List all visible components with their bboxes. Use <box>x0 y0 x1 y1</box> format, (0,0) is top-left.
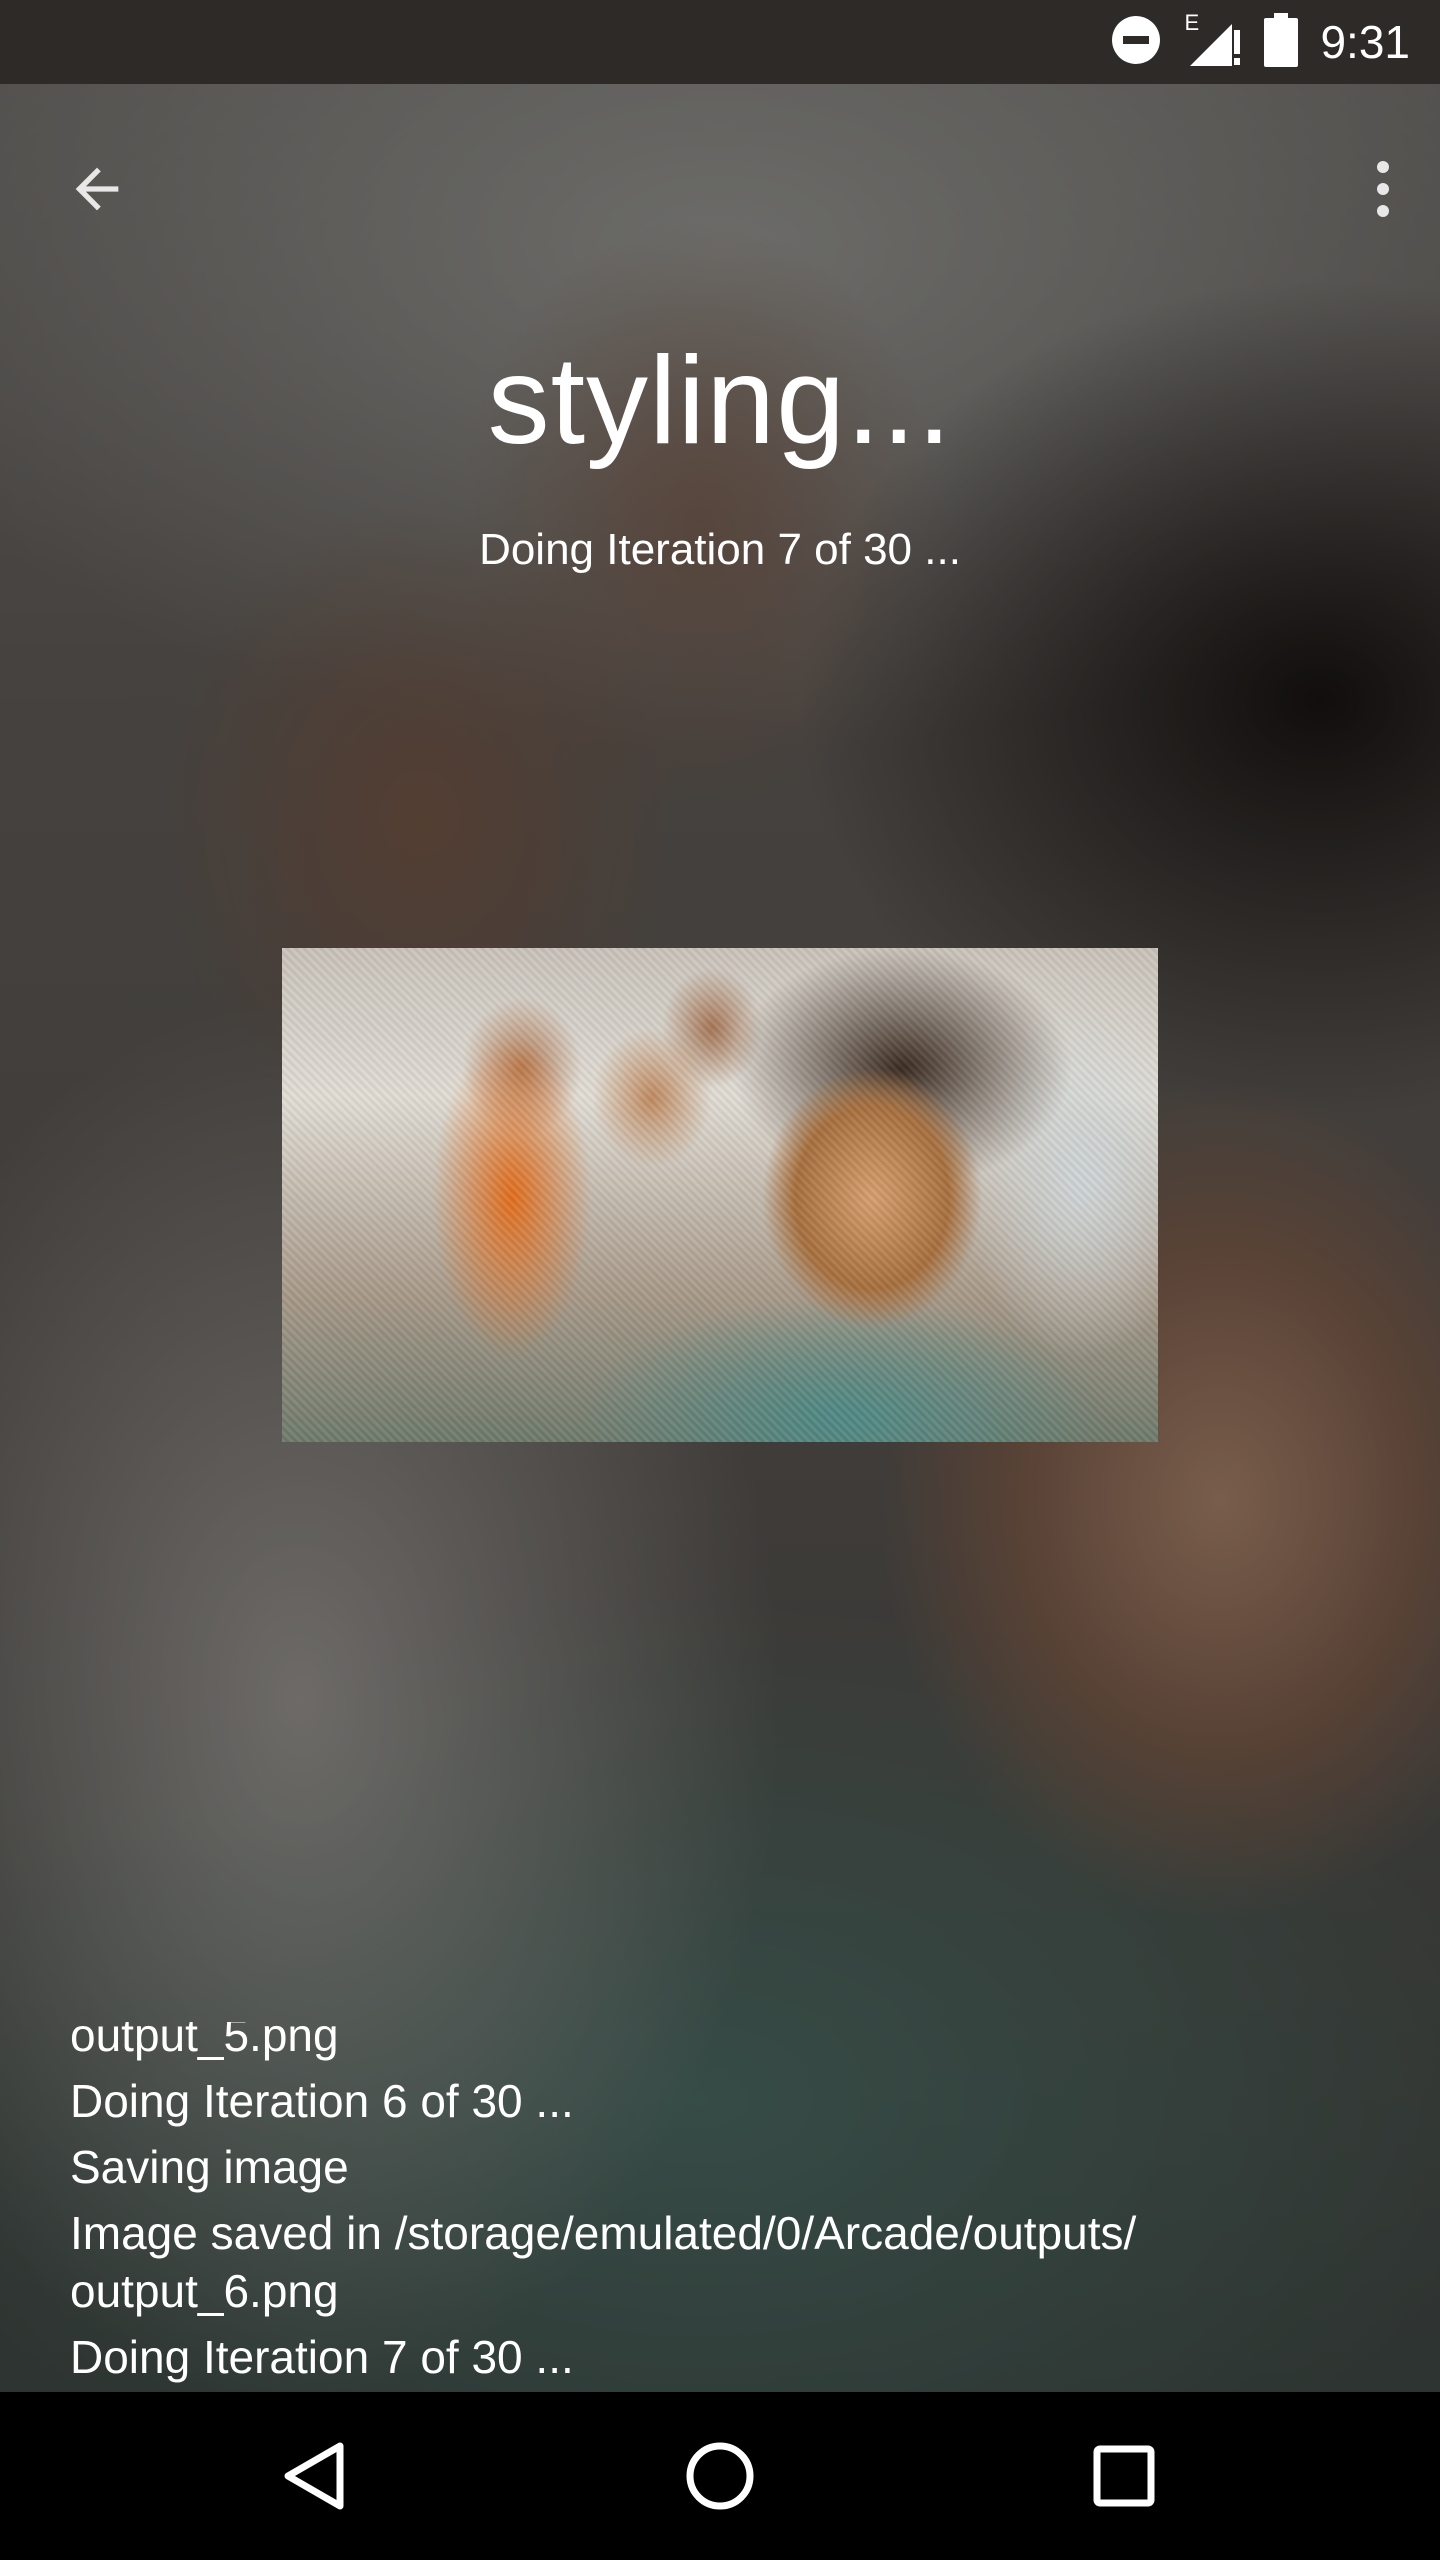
log-lines: Image saved in /storage/emulated/0/Arcad… <box>70 2022 1390 2386</box>
log-line: Doing Iteration 7 of 30 ... <box>70 2331 574 2383</box>
iteration-status: Doing Iteration 7 of 30 ... <box>479 525 961 574</box>
nav-back-button[interactable] <box>265 2426 365 2526</box>
nav-home-icon <box>686 2442 754 2510</box>
nav-back-icon <box>284 2442 344 2510</box>
status-bar: E 9:31 <box>0 0 1440 84</box>
status-icons: E 9:31 <box>1110 0 1410 84</box>
nav-home-button[interactable] <box>670 2426 770 2526</box>
arrow-back-icon <box>75 167 119 211</box>
log-line: Saving image <box>70 2141 349 2193</box>
log-line: Image saved in /storage/emulated/0/Arcad… <box>70 2207 1137 2317</box>
nav-recents-icon <box>1093 2445 1155 2507</box>
signal-icon: E <box>1184 10 1242 68</box>
app-screen: E 9:31 styling... Doing Iteration 7 of 3… <box>0 0 1440 2560</box>
nav-recents-button[interactable] <box>1074 2426 1174 2526</box>
do-not-disturb-icon <box>1110 14 1162 70</box>
log-line: Doing Iteration 6 of 30 ... <box>70 2075 574 2127</box>
app-bar <box>0 84 1440 280</box>
system-nav-bar <box>0 2392 1440 2560</box>
status-time: 9:31 <box>1320 16 1410 68</box>
styled-output-image <box>282 948 1158 1442</box>
battery-icon <box>1264 13 1299 71</box>
more-options-button[interactable] <box>1348 144 1418 234</box>
log-line: Image saved in /storage/emulated/0/Arcad… <box>70 2022 339 2061</box>
more-vert-icon <box>1377 161 1389 217</box>
log-output[interactable]: Image saved in /storage/emulated/0/Arcad… <box>70 2022 1390 2392</box>
page-title: styling... <box>487 332 953 470</box>
back-button[interactable] <box>52 144 142 234</box>
